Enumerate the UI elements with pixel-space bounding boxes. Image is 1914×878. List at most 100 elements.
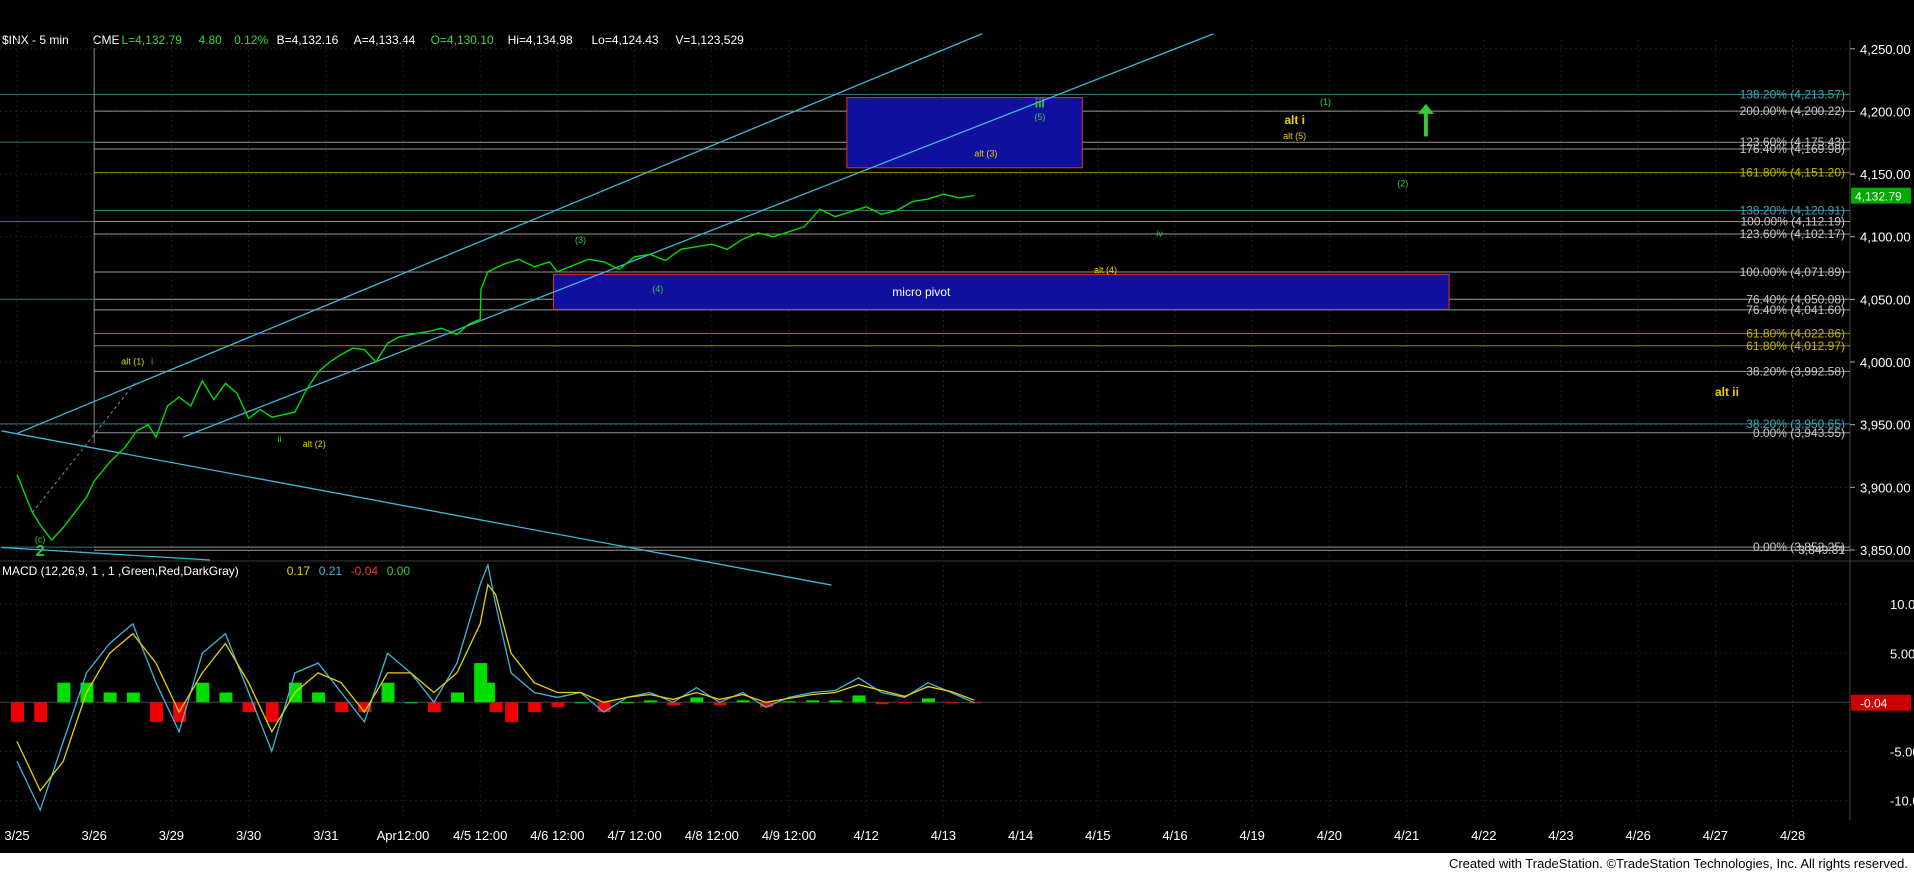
- x-tick-label: 4/9 12:00: [762, 828, 816, 843]
- header-field: Hi=4,134.98: [508, 33, 573, 47]
- y-tick-label: 4,200.00: [1860, 104, 1911, 119]
- header-field: 0.12%: [234, 33, 268, 47]
- fib-level-label: 161.80% (4,151.20): [1740, 166, 1845, 180]
- macd-histogram-bar: [898, 702, 912, 704]
- macd-histogram-bar: [381, 682, 395, 703]
- x-tick-label: 4/14: [1008, 828, 1033, 843]
- y-tick-label: 4,150.00: [1860, 167, 1911, 182]
- macd-histogram-bar: [945, 702, 959, 704]
- macd-histogram-bar: [783, 701, 796, 703]
- x-tick-label: Apr12:00: [377, 828, 430, 843]
- macd-histogram-bar: [875, 702, 889, 705]
- wave-label: alt ii: [1715, 385, 1739, 399]
- macd-histogram-bar: [806, 700, 820, 703]
- x-tick-label: 4/12: [854, 828, 879, 843]
- y-tick-label: 3,900.00: [1860, 480, 1911, 495]
- chart-canvas: $INX - 5 min CME L=4,132.79 4.80 0.12% B=4,13…: [0, 0, 1914, 873]
- macd-histogram-bar: [265, 702, 279, 722]
- macd-histogram-bar: [736, 700, 750, 703]
- wave-label: (1): [1320, 97, 1331, 107]
- header-field: L=4,132.79: [122, 33, 183, 47]
- x-tick-label: 4/27: [1703, 828, 1728, 843]
- macd-histogram-bar: [620, 702, 634, 704]
- macd-histogram-bar: [11, 702, 24, 722]
- box-label: micro pivot: [892, 285, 951, 299]
- current-macd-label: -0.04: [1860, 697, 1888, 711]
- macd-y-tick-label: 10.00: [1890, 597, 1914, 612]
- macd-histogram-bar: [551, 702, 565, 708]
- macd-y-tick-label: -5.00: [1890, 744, 1914, 759]
- macd-histogram-bar: [481, 682, 495, 703]
- fib-level-label: 100.00% (4,071.89): [1740, 265, 1845, 279]
- macd-histogram-bar: [149, 702, 163, 722]
- macd-histogram-bar: [126, 692, 140, 703]
- x-tick-label: 4/8 12:00: [685, 828, 739, 843]
- y-tick-label: 3,950.00: [1860, 418, 1911, 433]
- wave-label: alt (1): [121, 357, 144, 367]
- macd-histogram-bar: [852, 695, 866, 703]
- macd-histogram-bar: [829, 700, 843, 703]
- micro-pivot-box: [553, 273, 1450, 310]
- macd-histogram-bar: [312, 692, 326, 703]
- macd-legend-value: 0.21: [319, 564, 343, 578]
- header-field: CME: [93, 33, 120, 47]
- x-tick-label: 3/26: [82, 828, 107, 843]
- wave-label: alt (2): [303, 439, 326, 449]
- header-field: 4.80: [199, 33, 223, 47]
- wave-label: (4): [652, 284, 663, 294]
- x-tick-label: 4/6 12:00: [530, 828, 584, 843]
- macd-legend-value: -0.04: [351, 564, 379, 578]
- footer-credit: Created with TradeStation. ©TradeStation…: [1448, 856, 1908, 871]
- macd-histogram-bar: [528, 702, 542, 713]
- wave-label: alt i: [1284, 113, 1305, 127]
- fib-level-label: 3,849.81: [1798, 543, 1845, 557]
- macd-legend-value: 0.17: [287, 564, 311, 578]
- header-field: B=4,132.16: [277, 33, 339, 47]
- x-tick-label: 4/15: [1085, 828, 1110, 843]
- macd-histogram-bar: [34, 702, 48, 722]
- header-field: Lo=4,124.43: [592, 33, 659, 47]
- x-tick-label: 4/20: [1317, 828, 1342, 843]
- wave-label: alt (3): [974, 149, 997, 159]
- wave-label: iv: [1156, 229, 1163, 239]
- x-tick-label: 4/22: [1471, 828, 1496, 843]
- fib-level-label: 0.00% (3,943.55): [1753, 426, 1845, 440]
- x-tick-label: 4/7 12:00: [607, 828, 661, 843]
- fib-level-label: 76.40% (4,041.60): [1746, 303, 1845, 317]
- title-bar: [0, 0, 1914, 30]
- x-tick-label: 4/28: [1780, 828, 1805, 843]
- x-tick-label: 3/29: [159, 828, 184, 843]
- macd-legend-value: 0.00: [387, 564, 411, 578]
- y-tick-label: 4,100.00: [1860, 230, 1911, 245]
- x-tick-label: 4/21: [1394, 828, 1419, 843]
- macd-histogram-bar: [574, 702, 588, 704]
- wave-label: alt (4): [1094, 265, 1117, 275]
- chart-window: $INX - 5 min CME L=4,132.79 4.80 0.12% B=4,13…: [0, 0, 1914, 873]
- wave-label: i: [151, 357, 153, 367]
- x-tick-label: 3/30: [236, 828, 261, 843]
- wave-label: (3): [575, 235, 586, 245]
- macd-histogram-bar: [451, 692, 465, 703]
- x-tick-label: 3/31: [313, 828, 338, 843]
- macd-histogram-bar: [196, 682, 210, 703]
- header-field: $INX - 5 min: [2, 33, 69, 47]
- x-tick-label: 4/13: [931, 828, 956, 843]
- macd-histogram-bar: [404, 702, 418, 704]
- wave-label: (c): [35, 534, 46, 544]
- wave-label: ii: [277, 434, 281, 444]
- wave-label: 2: [36, 543, 45, 560]
- macd-histogram-bar: [968, 702, 982, 704]
- y-tick-label: 4,250.00: [1860, 42, 1911, 57]
- macd-y-tick-label: -10.00: [1890, 793, 1914, 808]
- macd-histogram-bar: [219, 692, 233, 703]
- x-tick-label: 4/26: [1626, 828, 1651, 843]
- fib-level-label: 61.80% (4,012.97): [1746, 339, 1845, 353]
- macd-y-tick-label: 5.00: [1890, 646, 1914, 661]
- fib-level-label: 176.40% (4,169.98): [1740, 142, 1845, 156]
- header-field: A=4,133.44: [354, 33, 416, 47]
- x-tick-label: 4/23: [1548, 828, 1573, 843]
- header-field: O=4,130.10: [431, 33, 494, 47]
- macd-histogram-bar: [505, 702, 519, 722]
- current-price-label: 4,132.79: [1855, 190, 1902, 204]
- header-field: V=1,123,529: [675, 33, 744, 47]
